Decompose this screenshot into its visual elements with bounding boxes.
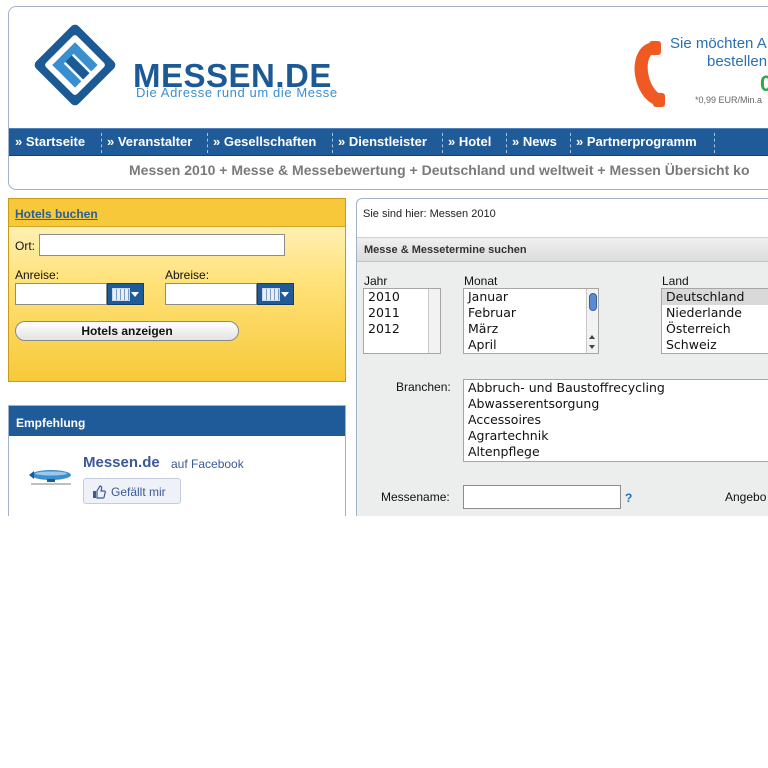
facebook-suffix: auf Facebook bbox=[171, 457, 244, 471]
phone-price-note: *0,99 EUR/Min.a bbox=[695, 95, 763, 105]
empfehlung-box: Empfehlung Messen.de auf Facebook Gefäll… bbox=[8, 405, 346, 516]
monat-listbox[interactable]: Januar Februar März April bbox=[463, 288, 599, 354]
facebook-page-link[interactable]: Messen.de bbox=[83, 454, 160, 471]
main-nav: » Startseite » Veranstalter » Gesellscha… bbox=[9, 128, 768, 156]
hotel-search-box: Hotels buchen Ort: Anreise: Abreise: bbox=[8, 198, 346, 382]
phone-number: 0 bbox=[760, 71, 768, 97]
hotel-box-header: Hotels buchen bbox=[9, 199, 345, 227]
nav-dienstleister[interactable]: » Dienstleister bbox=[332, 129, 427, 156]
messename-input[interactable] bbox=[463, 485, 621, 509]
land-label: Land bbox=[662, 274, 689, 288]
facebook-like-button[interactable]: Gefällt mir bbox=[83, 478, 181, 504]
logo-subtitle: Die Adresse rund um die Messe bbox=[136, 85, 338, 100]
branchen-label: Branchen: bbox=[396, 380, 451, 394]
chevron-down-icon bbox=[131, 292, 139, 297]
land-listbox[interactable]: Deutschland Niederlande Österreich Schwe… bbox=[661, 288, 768, 354]
ort-label: Ort: bbox=[15, 239, 35, 253]
angebot-label: Angebo bbox=[725, 490, 767, 504]
scroll-thumb[interactable] bbox=[589, 293, 597, 311]
like-label: Gefällt mir bbox=[111, 485, 166, 499]
abreise-label: Abreise: bbox=[165, 268, 210, 282]
list-item[interactable]: Agrartechnik bbox=[464, 428, 768, 444]
abreise-input[interactable] bbox=[165, 283, 257, 305]
calendar-icon bbox=[262, 288, 280, 301]
scroll-down-icon[interactable] bbox=[589, 345, 595, 349]
jahr-label: Jahr bbox=[364, 274, 388, 288]
nav-gesellschaften[interactable]: » Gesellschaften bbox=[207, 129, 316, 156]
site-header: MESSEN.DE Die Adresse rund um die Messe … bbox=[8, 6, 768, 190]
monat-scrollbar[interactable] bbox=[586, 289, 598, 353]
messename-help-icon[interactable]: ? bbox=[625, 491, 632, 505]
ort-input[interactable] bbox=[39, 234, 285, 256]
list-item[interactable]: Schweiz bbox=[662, 337, 768, 353]
hotels-anzeigen-button[interactable]: Hotels anzeigen bbox=[15, 321, 239, 341]
list-item[interactable]: Niederlande bbox=[662, 305, 768, 321]
messename-label: Messename: bbox=[381, 490, 450, 504]
list-item[interactable]: Abwasserentsorgung bbox=[464, 396, 768, 412]
list-item[interactable]: Österreich bbox=[662, 321, 768, 337]
hotel-box-title[interactable]: Hotels buchen bbox=[15, 207, 98, 221]
logo-icon[interactable] bbox=[27, 21, 123, 109]
empfehlung-title: Empfehlung bbox=[16, 416, 86, 430]
nav-veranstalter[interactable]: » Veranstalter bbox=[101, 129, 192, 156]
search-form: Jahr 2010 2011 2012 Monat Januar Februar… bbox=[357, 262, 768, 516]
chevron-down-icon bbox=[281, 292, 289, 297]
branchen-listbox[interactable]: Abbruch- und Baustoffrecycling Abwassere… bbox=[463, 379, 768, 462]
messe-search-panel: Sie sind hier: Messen 2010 Messe & Messe… bbox=[356, 198, 768, 516]
list-item[interactable]: April bbox=[464, 337, 598, 353]
list-item[interactable]: Accessoires bbox=[464, 412, 768, 428]
phone-promo-line2: bestellen bbox=[707, 53, 768, 70]
anreise-calendar-button[interactable] bbox=[107, 283, 144, 305]
nav-news[interactable]: » News bbox=[506, 129, 557, 156]
zeppelin-logo-icon[interactable] bbox=[27, 464, 75, 486]
calendar-icon bbox=[112, 288, 130, 301]
nav-hotel[interactable]: » Hotel bbox=[442, 129, 491, 156]
list-item[interactable]: Abbruch- und Baustoffrecycling bbox=[464, 380, 768, 396]
search-panel-title: Messe & Messetermine suchen bbox=[364, 244, 527, 256]
breadcrumb: Sie sind hier: Messen 2010 bbox=[363, 208, 496, 220]
anreise-input[interactable] bbox=[15, 283, 107, 305]
search-panel-header: Messe & Messetermine suchen bbox=[357, 237, 768, 262]
monat-label: Monat bbox=[464, 274, 498, 288]
nav-startseite[interactable]: » Startseite bbox=[9, 129, 85, 156]
abreise-calendar-button[interactable] bbox=[257, 283, 294, 305]
list-item[interactable]: März bbox=[464, 321, 598, 337]
list-item[interactable]: Januar bbox=[464, 289, 598, 305]
list-item[interactable]: Altenpflege bbox=[464, 444, 768, 460]
nav-separator bbox=[714, 133, 715, 153]
nav-partnerprogramm[interactable]: » Partnerprogramm bbox=[570, 129, 697, 156]
list-item[interactable]: Februar bbox=[464, 305, 598, 321]
jahr-scrollbar[interactable] bbox=[428, 289, 440, 353]
empfehlung-header: Empfehlung bbox=[9, 406, 345, 436]
phone-promo-line1: Sie möchten A bbox=[670, 35, 767, 52]
list-item[interactable]: Deutschland bbox=[662, 289, 768, 305]
jahr-listbox[interactable]: 2010 2011 2012 bbox=[363, 288, 441, 354]
tagline: Messen 2010 + Messe & Messebewertung + D… bbox=[129, 162, 750, 178]
page-viewport: MESSEN.DE Die Adresse rund um die Messe … bbox=[0, 0, 768, 516]
anreise-label: Anreise: bbox=[15, 268, 60, 282]
phone-icon bbox=[634, 41, 665, 107]
scroll-up-icon[interactable] bbox=[589, 335, 595, 339]
thumbs-up-icon bbox=[93, 485, 106, 499]
